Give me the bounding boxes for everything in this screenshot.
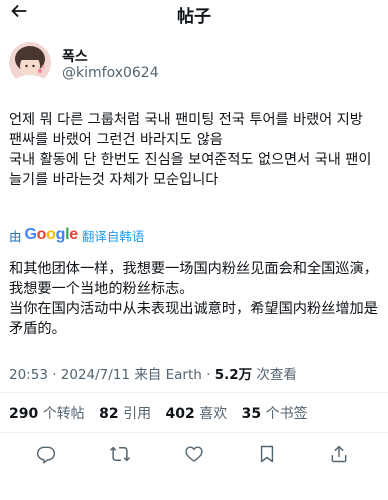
- bookmark-stat[interactable]: 35 个书签: [242, 406, 318, 422]
- tweet-time[interactable]: 20:53: [9, 367, 48, 383]
- share-icon: [331, 445, 347, 463]
- tweet-meta: 20:53 · 2024/7/11 来自 Earth · 5.2万 次查看: [9, 367, 297, 383]
- google-logo: Google: [24, 226, 79, 243]
- like-stat[interactable]: 402 喜欢: [166, 406, 238, 422]
- action-bar: [0, 442, 388, 470]
- page-title: 帖子: [177, 7, 211, 27]
- translated-text: 和其他团体一样，我想要一场国内粉丝见面会和全国巡演，我想要一个当地的粉丝标志。 …: [9, 261, 378, 337]
- quote-stat[interactable]: 82 引用: [99, 406, 161, 422]
- views-label: 次查看: [256, 367, 297, 383]
- tweet-source: 来自 Earth: [134, 367, 202, 383]
- reply-icon: [36, 446, 56, 464]
- bookmark-button[interactable]: [255, 442, 279, 466]
- divider: [0, 392, 388, 393]
- user-display-name[interactable]: 폭스: [62, 46, 88, 66]
- retweet-icon: [109, 446, 131, 462]
- translation-by-label: 由: [9, 228, 22, 244]
- divider: [0, 432, 388, 433]
- share-button[interactable]: [327, 442, 351, 466]
- top-bar: 帖子: [0, 0, 388, 30]
- retweet-button[interactable]: [108, 442, 132, 466]
- tweet-date[interactable]: 2024/7/11: [61, 367, 130, 383]
- avatar[interactable]: [9, 42, 51, 84]
- view-count: 5.2万: [214, 367, 253, 383]
- bookmark-icon: [260, 445, 274, 463]
- translated-from-label: 翻译自韩语: [81, 228, 145, 244]
- heart-icon: [185, 446, 203, 462]
- user-handle[interactable]: @kimfox0624: [62, 65, 159, 81]
- engagement-stats: 290 个转帖 82 引用 402 喜欢 35 个书签: [9, 403, 318, 423]
- like-button[interactable]: [182, 442, 206, 466]
- tweet-text: 언제 뭐 다른 그룹처럼 국내 팬미팅 전국 투어를 바랬어 지방 팬싸를 바랬…: [9, 112, 372, 188]
- retweet-stat[interactable]: 290 个转帖: [9, 406, 95, 422]
- translation-attribution: 由 Google 翻译自韩语: [9, 226, 144, 244]
- reply-button[interactable]: [34, 442, 58, 466]
